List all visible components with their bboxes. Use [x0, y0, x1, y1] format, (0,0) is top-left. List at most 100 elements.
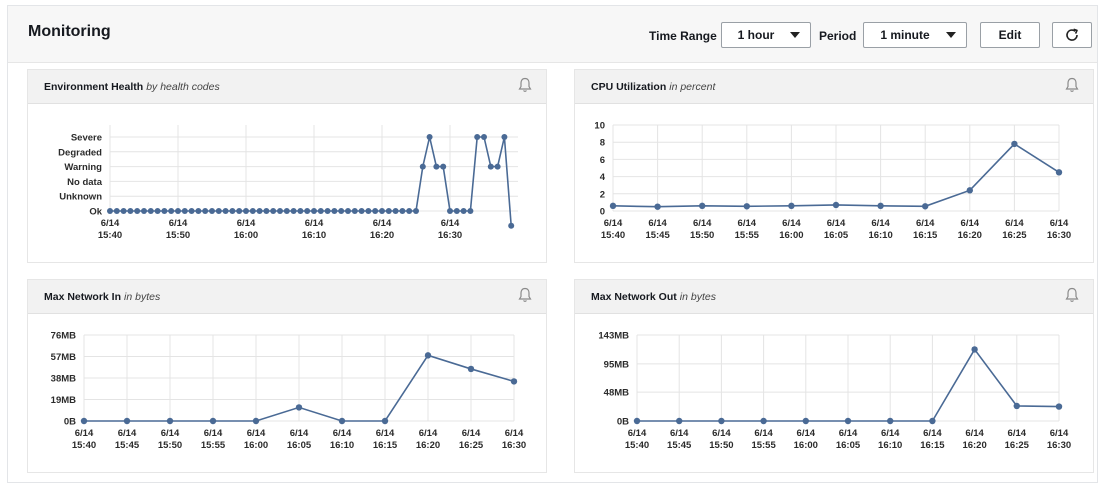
- x-tick-date: 6/14: [738, 218, 757, 229]
- x-tick-time: 15:45: [645, 230, 670, 241]
- time-range-value: 1 hour: [737, 28, 775, 42]
- data-point: [277, 208, 283, 214]
- x-tick-time: 16:30: [1047, 230, 1071, 241]
- data-point: [676, 417, 683, 425]
- data-point: [392, 208, 399, 214]
- cpu-utilization-panel: CPU Utilization in percent 0 2 4 6 8 10 6/14 15:…: [574, 69, 1094, 263]
- x-tick-time: 15:45: [667, 440, 692, 451]
- x-tick-date: 6/14: [376, 428, 395, 439]
- data-point: [385, 208, 392, 214]
- panel-title: CPU Utilization in percent: [591, 81, 716, 93]
- x-tick-date: 6/14: [693, 218, 712, 229]
- x-tick-date: 6/14: [712, 428, 731, 439]
- data-point: [345, 208, 351, 214]
- data-point: [338, 417, 346, 425]
- x-tick-time: 15:50: [158, 440, 182, 451]
- y-tick-label: Ok: [89, 207, 102, 218]
- data-point: [501, 134, 508, 140]
- x-tick-date: 6/14: [237, 218, 256, 229]
- data-point: [419, 163, 426, 170]
- data-point: [168, 208, 175, 214]
- data-point: [844, 417, 852, 425]
- x-tick-date: 6/14: [670, 428, 689, 439]
- y-tick-label: 57MB: [51, 352, 76, 363]
- data-point: [331, 208, 338, 214]
- data-point: [256, 208, 263, 214]
- data-point: [718, 417, 725, 425]
- data-point: [381, 417, 389, 425]
- edit-button[interactable]: Edit: [980, 22, 1040, 48]
- x-tick-time: 16:00: [794, 440, 818, 451]
- x-tick-time: 16:30: [438, 230, 462, 241]
- data-point: [215, 208, 222, 214]
- x-tick-time: 16:20: [958, 230, 982, 241]
- data-point: [338, 208, 345, 214]
- data-point: [107, 208, 113, 214]
- x-tick-date: 6/14: [101, 218, 120, 229]
- bell-icon[interactable]: [1065, 287, 1079, 308]
- x-tick-time: 15:40: [601, 230, 625, 241]
- x-tick-date: 6/14: [827, 218, 846, 229]
- data-point: [467, 208, 474, 214]
- data-point: [113, 208, 120, 214]
- x-tick-date: 6/14: [916, 218, 935, 229]
- bell-icon[interactable]: [518, 287, 532, 308]
- y-tick-label: 48MB: [604, 388, 629, 399]
- time-range-label: Time Range: [649, 29, 717, 43]
- period-dropdown[interactable]: 1 minute: [863, 22, 967, 48]
- data-point: [195, 208, 202, 214]
- x-tick-time: 16:20: [370, 230, 394, 241]
- x-tick-date: 6/14: [628, 428, 647, 439]
- data-point: [243, 208, 249, 214]
- x-tick-time: 15:40: [625, 440, 649, 451]
- x-tick-time: 16:30: [1047, 440, 1071, 451]
- y-tick-label: 19MB: [51, 395, 76, 406]
- data-point: [290, 208, 297, 214]
- max-network-in-panel: Max Network In in bytes 0B 19MB 38MB 57MB 76M…: [27, 279, 547, 473]
- y-tick-label: 10: [594, 121, 605, 132]
- x-tick-time: 16:00: [779, 230, 803, 241]
- data-point: [447, 208, 453, 214]
- caret-down-icon: [790, 32, 800, 38]
- y-tick-label: Severe: [71, 133, 102, 144]
- x-tick-time: 15:50: [166, 230, 190, 241]
- x-tick-time: 16:00: [234, 230, 258, 241]
- max-network-out-chart: 0B48MB95MB143MB6/1415:406/1415:456/1415:…: [598, 331, 1071, 452]
- data-point: [297, 208, 304, 214]
- data-point: [134, 208, 141, 214]
- bell-icon[interactable]: [1065, 77, 1079, 98]
- data-point: [406, 208, 413, 214]
- bell-icon[interactable]: [518, 77, 532, 98]
- x-tick-time: 16:25: [459, 440, 484, 451]
- data-point: [358, 208, 365, 214]
- x-tick-date: 6/14: [305, 218, 324, 229]
- data-point: [1011, 140, 1018, 148]
- x-tick-time: 15:55: [751, 440, 776, 451]
- refresh-icon: [1066, 28, 1078, 41]
- data-point: [609, 202, 617, 210]
- panel-header: CPU Utilization in percent: [575, 70, 1093, 104]
- x-tick-date: 6/14: [290, 428, 309, 439]
- time-range-dropdown[interactable]: 1 hour: [721, 22, 811, 48]
- x-tick-date: 6/14: [75, 428, 94, 439]
- data-point: [399, 208, 406, 214]
- data-point: [494, 163, 501, 170]
- refresh-button[interactable]: [1052, 22, 1092, 48]
- x-tick-time: 16:15: [920, 440, 945, 451]
- data-point: [351, 208, 358, 214]
- panel-title: Environment Health by health codes: [44, 81, 220, 93]
- data-point: [1055, 403, 1063, 410]
- monitoring-header: Monitoring Time Range 1 hour Period 1 mi…: [8, 6, 1097, 63]
- data-point: [209, 417, 217, 425]
- x-tick-time: 16:15: [913, 230, 938, 241]
- x-tick-time: 16:10: [330, 440, 354, 451]
- x-tick-date: 6/14: [648, 218, 667, 229]
- x-tick-date: 6/14: [505, 428, 524, 439]
- panel-header: Environment Health by health codes: [28, 70, 546, 104]
- x-tick-date: 6/14: [961, 218, 980, 229]
- data-point: [460, 208, 467, 214]
- x-tick-date: 6/14: [373, 218, 392, 229]
- y-tick-label: 76MB: [51, 331, 76, 342]
- x-tick-date: 6/14: [881, 428, 900, 439]
- y-tick-label: 4: [600, 172, 606, 183]
